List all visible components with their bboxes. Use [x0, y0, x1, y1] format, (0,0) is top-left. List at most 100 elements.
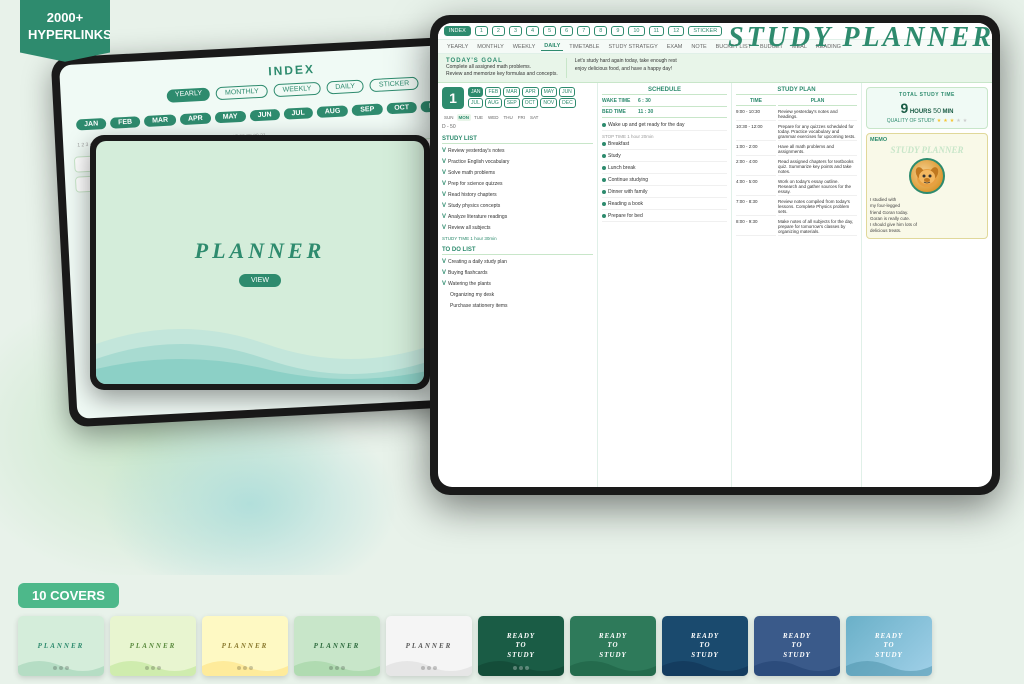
nav-12[interactable]: 12: [668, 26, 684, 36]
todo-header: TO DO LIST: [442, 247, 593, 255]
day-sun[interactable]: SUN: [442, 114, 456, 121]
tablet-daily-planner: INDEX 1 2 3 4 5 6 7 8 9 10 11 12 STICKER…: [430, 15, 1000, 495]
cover-9[interactable]: READYTOSTUDY: [754, 616, 840, 676]
month-tabs-2: JUL AUG SEP OCT NOV DEC: [468, 98, 576, 108]
planner-cover-button[interactable]: VIEW: [239, 274, 281, 287]
day-mon[interactable]: MON: [457, 114, 472, 121]
star-4: ★: [956, 118, 960, 124]
month-aug-tab[interactable]: AUG: [485, 98, 502, 108]
tab-weekly[interactable]: WEEKLY: [510, 43, 539, 51]
day-fri[interactable]: FRI: [516, 114, 527, 121]
covers-badge: 10 COVERS: [18, 583, 119, 608]
month-jun[interactable]: JUN: [249, 109, 280, 122]
month-sep-tab[interactable]: SEP: [504, 98, 520, 108]
month-feb[interactable]: FEB: [110, 116, 141, 129]
nav-index[interactable]: INDEX: [444, 26, 471, 36]
dot-5a: [421, 666, 425, 670]
month-sep[interactable]: SEP: [352, 104, 383, 117]
weekly-nav[interactable]: WEEKLY: [273, 82, 320, 97]
nav-9[interactable]: 9: [611, 26, 624, 36]
tab-note[interactable]: NOTE: [688, 43, 709, 51]
schedule-dot-8: [602, 214, 606, 218]
schedule-row-8: Prepare for bed: [602, 213, 727, 222]
month-nov-tab[interactable]: NOV: [540, 98, 557, 108]
dot-5b: [427, 666, 431, 670]
nav-10[interactable]: 10: [628, 26, 644, 36]
nav-7[interactable]: 7: [577, 26, 590, 36]
nav-2[interactable]: 2: [492, 26, 505, 36]
dot-1a: [53, 666, 57, 670]
show-time-1: STOP TIME 1 hour 20min: [602, 134, 727, 139]
tab-strategy[interactable]: STUDY STRATEGY: [605, 43, 660, 51]
tab-exam[interactable]: EXAM: [664, 43, 686, 51]
month-may-tab[interactable]: MAY: [541, 87, 557, 97]
month-jan-tab[interactable]: JAN: [468, 87, 483, 97]
nav-11[interactable]: 11: [649, 26, 665, 36]
monthly-nav[interactable]: MONTHLY: [216, 85, 268, 101]
bed-label: BED TIME: [602, 109, 637, 115]
nav-4[interactable]: 4: [526, 26, 539, 36]
total-time-box: TOTAL STUDY TIME 9 HOURS 50 MIN QUALITY …: [866, 87, 988, 129]
month-dec-tab[interactable]: DEC: [559, 98, 576, 108]
schedule-row-1: Wake up and get ready for the day: [602, 122, 727, 131]
schedule-task-8: Prepare for bed: [608, 213, 727, 219]
day-sat[interactable]: SAT: [528, 114, 540, 121]
dot-3a: [237, 666, 241, 670]
covers-section: 10 COVERS PLANNER PLANNER: [0, 575, 1024, 684]
month-may[interactable]: MAY: [214, 111, 245, 124]
cover-label-1: PLANNER: [38, 642, 85, 650]
month-jan[interactable]: JAN: [76, 118, 107, 131]
tablet-planner-cover: PLANNER VIEW: [90, 135, 430, 390]
cover-1[interactable]: PLANNER: [18, 616, 104, 676]
yearly-nav[interactable]: YEARLY: [167, 88, 211, 103]
schedule-dot-6: [602, 190, 606, 194]
sticker-nav[interactable]: STICKER: [370, 77, 419, 93]
schedule-task-4: Lunch break: [608, 165, 727, 171]
dot-2a: [145, 666, 149, 670]
tab-daily[interactable]: DAILY: [541, 42, 563, 51]
day-wed[interactable]: WED: [486, 114, 501, 121]
schedule-dot-7: [602, 202, 606, 206]
cover-3[interactable]: PLANNER: [202, 616, 288, 676]
nav-8[interactable]: 8: [594, 26, 607, 36]
month-jun-tab[interactable]: JUN: [559, 87, 575, 97]
nav-1[interactable]: 1: [475, 26, 488, 36]
month-jul-tab[interactable]: JUL: [468, 98, 483, 108]
month-mar[interactable]: MAR: [144, 114, 176, 127]
month-apr[interactable]: APR: [180, 113, 211, 126]
study-plan-header: STUDY PLAN: [736, 87, 857, 95]
tab-monthly[interactable]: MONTHLY: [474, 43, 506, 51]
time-cell-5: 4:00 - 5:00: [736, 178, 776, 196]
month-mar-tab[interactable]: MAR: [503, 87, 520, 97]
nav-3[interactable]: 3: [509, 26, 522, 36]
nav-sticker[interactable]: STICKER: [688, 26, 722, 36]
month-jul[interactable]: JUL: [283, 107, 313, 120]
memo-box: MEMO STUDY PLANNER: [866, 133, 988, 239]
cover-label-4: PLANNER: [314, 642, 361, 650]
month-aug[interactable]: AUG: [317, 105, 349, 118]
month-oct[interactable]: OCT: [386, 102, 417, 115]
month-apr-tab[interactable]: APR: [522, 87, 538, 97]
cover-4[interactable]: PLANNER: [294, 616, 380, 676]
counter-value: D - 50: [442, 124, 456, 130]
tab-yearly[interactable]: YEARLY: [444, 43, 471, 51]
cover-6[interactable]: READYTOSTUDY: [478, 616, 564, 676]
cover-10[interactable]: READYTOSTUDY: [846, 616, 932, 676]
month-oct-tab[interactable]: OCT: [522, 98, 539, 108]
nav-5[interactable]: 5: [543, 26, 556, 36]
cover-5[interactable]: PLANNER: [386, 616, 472, 676]
nav-6[interactable]: 6: [560, 26, 573, 36]
plan-cell-3: Have all math problems and assignments.: [778, 143, 857, 156]
cover-2[interactable]: PLANNER: [110, 616, 196, 676]
time-cell-7: 8:00 - 9:30: [736, 218, 776, 236]
time-cell-1: 9:00 - 10:30: [736, 108, 776, 121]
cover-7[interactable]: READYTOSTUDY: [570, 616, 656, 676]
day-thu[interactable]: THU: [502, 114, 515, 121]
day-tue[interactable]: TUE: [472, 114, 485, 121]
daily-nav[interactable]: DAILY: [326, 79, 364, 94]
memo-header: MEMO: [870, 137, 984, 143]
month-feb-tab[interactable]: FEB: [485, 87, 501, 97]
tab-timetable[interactable]: TIMETABLE: [566, 43, 602, 51]
cover-8[interactable]: READYTOSTUDY: [662, 616, 748, 676]
date-badge: 1: [442, 87, 464, 109]
